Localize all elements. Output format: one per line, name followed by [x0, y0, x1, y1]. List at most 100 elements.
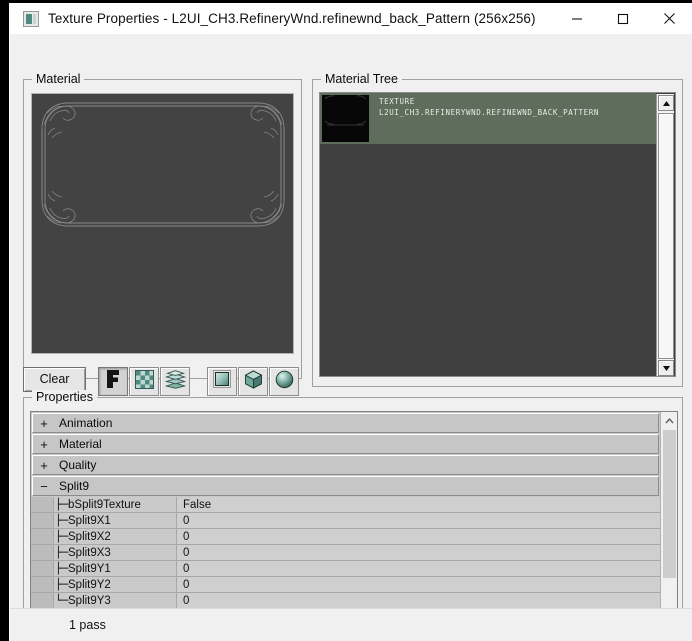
row-gutter [31, 561, 54, 576]
maximize-button[interactable] [600, 3, 646, 34]
property-name: Split9Y1 [68, 562, 111, 575]
expand-toggle-icon[interactable]: + [33, 416, 55, 431]
row-gutter [31, 529, 54, 544]
texture-properties-window: Texture Properties - L2UI_CH3.RefineryWn… [9, 3, 692, 641]
property-name: Split9X1 [68, 514, 111, 527]
letter-f-icon [104, 369, 122, 394]
tree-branch-icon: ├─ [55, 562, 69, 575]
sphere-icon [275, 370, 294, 394]
tree-item-labels: TEXTURE L2UI_CH3.REFINERYWND.REFINEWND_B… [379, 97, 599, 118]
category-row-split9[interactable]: − Split9 [32, 476, 659, 496]
tree-branch-icon: ├─ [55, 498, 69, 511]
ornate-frame-pattern-icon [41, 102, 285, 227]
material-preview[interactable] [31, 93, 294, 354]
material-group-label: Material [32, 72, 85, 86]
texture-thumbnail [322, 95, 369, 142]
property-row[interactable]: ├─ Split9X2 0 [31, 529, 660, 545]
property-row[interactable]: ├─ Split9X1 0 [31, 513, 660, 529]
layers-button[interactable] [160, 367, 190, 396]
tree-item-path: L2UI_CH3.REFINERYWND.REFINEWND_BACK_PATT… [379, 107, 599, 117]
minimize-button[interactable] [554, 3, 600, 34]
tree-item-type: TEXTURE [379, 97, 415, 106]
category-label: Material [59, 437, 102, 451]
status-text: 1 pass [69, 618, 106, 632]
property-value[interactable]: 0 [177, 593, 660, 608]
property-row[interactable]: ├─ bSplit9Texture False [31, 497, 660, 513]
material-tree-scroll-thumb[interactable] [658, 113, 674, 359]
property-name: Split9Y3 [68, 594, 111, 607]
alpha-checker-button[interactable] [129, 367, 159, 396]
property-name-cell: ├─ bSplit9Texture [54, 497, 177, 512]
scroll-up-chevron-icon[interactable] [661, 412, 677, 429]
cube-icon [243, 369, 263, 394]
layers-stack-icon [164, 369, 186, 394]
property-name-cell: └─ Split9Y3 [54, 593, 177, 608]
property-name-cell: ├─ Split9Y1 [54, 561, 177, 576]
property-value[interactable]: 0 [177, 561, 660, 576]
tree-branch-icon: ├─ [55, 530, 69, 543]
collapse-toggle-icon[interactable]: − [33, 479, 55, 494]
row-gutter [31, 545, 54, 560]
property-value[interactable]: False [177, 497, 660, 512]
property-name-cell: ├─ Split9Y2 [54, 577, 177, 592]
property-row[interactable]: ├─ Split9Y2 0 [31, 577, 660, 593]
property-value[interactable]: 0 [177, 513, 660, 528]
properties-scroll-thumb[interactable] [663, 430, 676, 578]
render-mode-group [98, 367, 191, 396]
properties-scrollbar[interactable] [660, 412, 677, 622]
properties-groupbox: Properties + Animation + Material + Qual… [23, 390, 683, 629]
material-tree-groupbox: Material Tree TEXTURE L2UI_CH3.REFINERYW… [312, 72, 683, 387]
client-area: Material Clear Material Tree TEXTURE L2U… [9, 34, 692, 641]
category-label: Split9 [59, 479, 90, 493]
cube-preview-button[interactable] [238, 367, 268, 396]
property-name-cell: ├─ Split9X2 [54, 529, 177, 544]
category-row-quality[interactable]: + Quality [32, 455, 659, 475]
expand-toggle-icon[interactable]: + [33, 437, 55, 452]
property-name: Split9Y2 [68, 578, 111, 591]
properties-grid[interactable]: + Animation + Material + Quality − Split… [30, 411, 678, 623]
clear-button[interactable]: Clear [23, 367, 86, 392]
row-gutter [31, 513, 54, 528]
scroll-up-arrow[interactable] [658, 95, 674, 111]
properties-rows: + Animation + Material + Quality − Split… [31, 412, 660, 622]
property-name-cell: ├─ Split9X1 [54, 513, 177, 528]
scroll-down-arrow[interactable] [658, 360, 674, 376]
expand-toggle-icon[interactable]: + [33, 458, 55, 473]
status-bar: 1 pass [10, 608, 692, 641]
material-tree-scrollbar[interactable] [656, 94, 674, 376]
property-value[interactable]: 0 [177, 545, 660, 560]
close-button[interactable] [646, 3, 692, 34]
plane-square-icon [213, 370, 231, 393]
property-row[interactable]: ├─ Split9X3 0 [31, 545, 660, 561]
property-value[interactable]: 0 [177, 577, 660, 592]
title-bar: Texture Properties - L2UI_CH3.RefineryWn… [9, 3, 692, 34]
property-name: Split9X2 [68, 530, 111, 543]
row-gutter [31, 497, 54, 512]
tree-branch-icon: └─ [55, 594, 69, 607]
material-groupbox: Material [23, 72, 302, 379]
property-name: Split9X3 [68, 546, 111, 559]
properties-group-label: Properties [32, 390, 97, 404]
property-name-cell: ├─ Split9X3 [54, 545, 177, 560]
tree-branch-icon: ├─ [55, 514, 69, 527]
window-controls [554, 3, 692, 34]
property-name: bSplit9Texture [68, 498, 141, 511]
material-tree-list[interactable]: TEXTURE L2UI_CH3.REFINERYWND.REFINEWND_B… [319, 92, 676, 377]
property-value[interactable]: 0 [177, 529, 660, 544]
row-gutter [31, 577, 54, 592]
tree-branch-icon: ├─ [55, 546, 69, 559]
tree-branch-icon: ├─ [55, 578, 69, 591]
property-row[interactable]: └─ Split9Y3 0 [31, 593, 660, 609]
font-render-button[interactable] [98, 367, 128, 396]
property-row[interactable]: ├─ Split9Y1 0 [31, 561, 660, 577]
category-row-animation[interactable]: + Animation [32, 413, 659, 433]
category-label: Quality [59, 458, 97, 472]
shape-preview-group [207, 367, 300, 396]
category-row-material[interactable]: + Material [32, 434, 659, 454]
window-title: Texture Properties - L2UI_CH3.RefineryWn… [48, 11, 536, 26]
row-gutter [31, 593, 54, 608]
tree-item[interactable]: TEXTURE L2UI_CH3.REFINERYWND.REFINEWND_B… [320, 93, 656, 144]
category-label: Animation [59, 416, 113, 430]
plane-preview-button[interactable] [207, 367, 237, 396]
sphere-preview-button[interactable] [269, 367, 299, 396]
